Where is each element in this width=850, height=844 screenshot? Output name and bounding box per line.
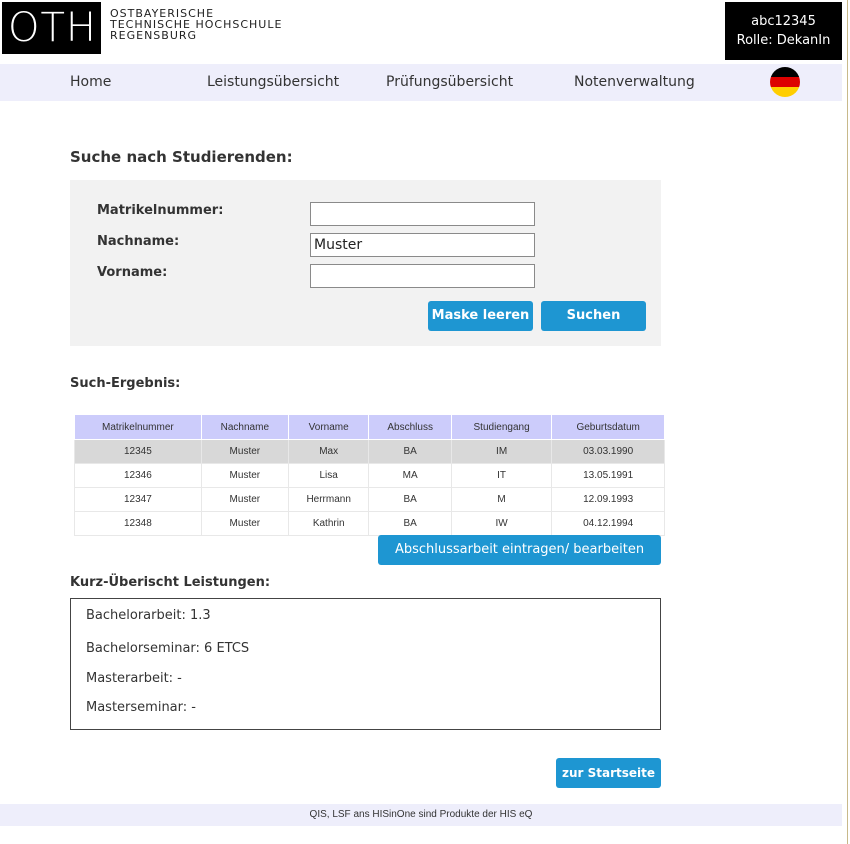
nachname-input[interactable]	[310, 233, 535, 257]
nav-home[interactable]: Home	[70, 74, 111, 90]
matrikel-input[interactable]	[310, 202, 535, 226]
cell-studiengang: M	[450, 487, 553, 512]
cell-vorname: Kathrin	[287, 511, 370, 536]
cell-abschluss: BA	[368, 439, 452, 464]
cell-vorname: Max	[287, 439, 370, 464]
summary-masterarbeit: Masterarbeit: -	[86, 671, 182, 686]
user-id: abc12345	[751, 14, 816, 29]
logo-text: OSTBAYERISCHE TECHNISCHE HOCHSCHULE REGE…	[110, 8, 282, 41]
cell-matrikel: 12348	[74, 511, 202, 536]
cell-nachname: Muster	[200, 463, 289, 488]
table-row[interactable]: 12345 Muster Max BA IM 03.03.1990	[74, 439, 665, 464]
summary-masterseminar: Masterseminar: -	[86, 700, 196, 715]
nav-pruefungsuebersicht[interactable]: Prüfungsübersicht	[386, 74, 513, 90]
cell-geburtsdatum: 03.03.1990	[551, 439, 665, 464]
cell-geburtsdatum: 12.09.1993	[551, 487, 665, 512]
cell-abschluss: BA	[368, 487, 452, 512]
cell-studiengang: IM	[450, 439, 553, 464]
nachname-label: Nachname:	[97, 234, 180, 249]
results-title: Such-Ergebnis:	[70, 376, 181, 391]
thesis-edit-button[interactable]: Abschlussarbeit eintragen/ bearbeiten	[378, 535, 661, 565]
user-role: Rolle: DekanIn	[736, 33, 831, 48]
col-header: Nachname	[200, 414, 289, 440]
page-right-border	[847, 0, 848, 844]
summary-bachelorarbeit: Bachelorarbeit: 1.3	[86, 608, 211, 623]
cell-abschluss: BA	[368, 511, 452, 536]
cell-vorname: Herrmann	[287, 487, 370, 512]
logo-line: REGENSBURG	[110, 29, 198, 42]
col-header: Geburtsdatum	[551, 414, 665, 440]
clear-form-button[interactable]: Maske leeren	[428, 301, 533, 331]
matrikel-label: Matrikelnummer:	[97, 203, 224, 218]
col-header: Abschluss	[368, 414, 452, 440]
german-flag-icon[interactable]	[770, 67, 800, 97]
col-header: Matrikelnummer	[74, 414, 202, 440]
table-row[interactable]: 12348 Muster Kathrin BA IW 04.12.1994	[74, 511, 665, 536]
cell-studiengang: IT	[450, 463, 553, 488]
user-info: abc12345 Rolle: DekanIn	[725, 2, 842, 60]
cell-matrikel: 12347	[74, 487, 202, 512]
search-title: Suche nach Studierenden:	[70, 148, 293, 166]
main-nav: Home Leistungsübersicht Prüfungsübersich…	[0, 64, 842, 101]
logo-mark: OTH	[8, 5, 97, 51]
nav-notenverwaltung[interactable]: Notenverwaltung	[574, 74, 695, 90]
summary-bachelorseminar: Bachelorseminar: 6 ETCS	[86, 641, 250, 656]
cell-nachname: Muster	[200, 439, 289, 464]
nav-leistungsuebersicht[interactable]: Leistungsübersicht	[207, 74, 339, 90]
cell-matrikel: 12345	[74, 439, 202, 464]
oth-logo[interactable]: OTH	[2, 2, 101, 54]
search-button[interactable]: Suchen	[541, 301, 646, 331]
footer: QIS, LSF ans HISinOne sind Produkte der …	[0, 804, 842, 826]
col-header: Studiengang	[450, 414, 553, 440]
cell-studiengang: IW	[450, 511, 553, 536]
home-button[interactable]: zur Startseite	[556, 758, 661, 788]
cell-matrikel: 12346	[74, 463, 202, 488]
table-row[interactable]: 12346 Muster Lisa MA IT 13.05.1991	[74, 463, 665, 488]
cell-nachname: Muster	[200, 487, 289, 512]
cell-nachname: Muster	[200, 511, 289, 536]
results-table: Matrikelnummer Nachname Vorname Abschlus…	[74, 414, 665, 536]
summary-box: Bachelorarbeit: 1.3 Bachelorseminar: 6 E…	[70, 598, 661, 730]
vorname-label: Vorname:	[97, 265, 168, 280]
table-row[interactable]: 12347 Muster Herrmann BA M 12.09.1993	[74, 487, 665, 512]
cell-geburtsdatum: 13.05.1991	[551, 463, 665, 488]
cell-geburtsdatum: 04.12.1994	[551, 511, 665, 536]
col-header: Vorname	[287, 414, 370, 440]
cell-abschluss: MA	[368, 463, 452, 488]
summary-title: Kurz-Überischt Leistungen:	[70, 575, 271, 590]
cell-vorname: Lisa	[287, 463, 370, 488]
vorname-input[interactable]	[310, 264, 535, 288]
